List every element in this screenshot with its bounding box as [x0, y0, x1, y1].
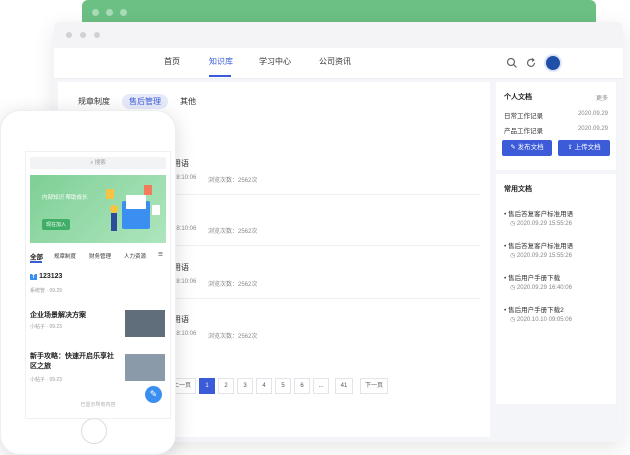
publish-doc-label: 发布文档	[517, 144, 544, 151]
phone-tab-hr[interactable]: 人力资源	[124, 252, 146, 260]
list-item-time: 18:10:06	[173, 279, 197, 285]
page-button-6[interactable]: 6	[294, 378, 310, 394]
menu-icon[interactable]: ☰	[158, 252, 163, 258]
list-item-time: 18:10:06	[173, 331, 197, 337]
more-link[interactable]: 更多	[596, 93, 608, 102]
phone-tab-rules[interactable]: 规章制度	[54, 252, 76, 260]
phone-list-item-title[interactable]: T 123123	[30, 273, 62, 280]
common-doc-time-value: 2020.09.29 15:55:26	[516, 253, 572, 259]
compose-fab-button[interactable]: ✎	[145, 386, 162, 403]
page-button-4[interactable]: 4	[256, 378, 272, 394]
doc-name[interactable]: 日常工作记录	[504, 110, 543, 120]
phone-list-thumbnail	[125, 354, 165, 381]
doc-date: 2020.09.29	[577, 111, 608, 117]
common-doc-time: ◷ 2020.09.29 16:40:06	[510, 285, 572, 291]
common-doc-time-value: 2020.10.10 09:05:06	[516, 317, 572, 323]
nav-item-news[interactable]: 公司资讯	[319, 56, 351, 67]
banner-button[interactable]: 现在加入	[42, 219, 71, 230]
category-rules[interactable]: 规章制度	[78, 96, 110, 107]
phone-list-item-meta: 系统管 · 09.29	[30, 288, 62, 294]
banner-text: 内部知识 帮助成长	[42, 195, 88, 201]
avatar[interactable]	[544, 54, 562, 72]
page-button-2[interactable]: 2	[218, 378, 234, 394]
top-nav: 首页 知识库 学习中心 公司资讯	[54, 48, 623, 79]
phone-list-item-title[interactable]: 新手攻略：快速开启乐享社区之旅	[30, 352, 118, 372]
list-item-views: 浏览次数：2562次	[208, 282, 258, 288]
phone-list-thumbnail	[125, 310, 165, 337]
upload-doc-button[interactable]: ⇪ 上传文档	[558, 140, 610, 156]
category-after-sales[interactable]: 售后管理	[122, 94, 168, 109]
phone-home-button[interactable]	[81, 418, 107, 444]
edit-icon: ✎	[510, 144, 518, 151]
doc-date: 2020.09.29	[577, 126, 608, 132]
search-icon[interactable]	[506, 57, 518, 69]
common-docs-title: 常用文档	[504, 186, 532, 193]
phone-mockup: ⌕ 搜索 内部知识 帮助成长 现在加入 全部 规章制度 财务管理 人力资源 ☰ …	[0, 110, 176, 455]
common-doc-name: 售后答复客户标准用语	[508, 211, 574, 218]
common-doc-item[interactable]: • 售后答复客户标准用语	[504, 208, 573, 218]
window-dot	[80, 32, 86, 38]
common-doc-time: ◷ 2020.10.10 09:05:06	[510, 317, 572, 323]
phone-list-item-title[interactable]: 企业场景解决方案	[30, 310, 120, 320]
list-item-time: 18:10:06	[173, 226, 197, 232]
common-doc-time-value: 2020.09.29 16:40:06	[516, 285, 572, 291]
common-doc-name: 售后用户手册下载2	[508, 307, 564, 314]
phone-search-input[interactable]: ⌕ 搜索	[30, 157, 166, 169]
phone-search-placeholder: 搜索	[94, 160, 106, 166]
list-item-views: 浏览次数：2562次	[208, 334, 258, 340]
page-button-3[interactable]: 3	[237, 378, 253, 394]
common-doc-item[interactable]: • 售后用户手册下载	[504, 272, 560, 282]
upload-icon: ⇪	[567, 144, 575, 151]
divider	[168, 194, 480, 195]
nav-item-learning[interactable]: 学习中心	[259, 56, 291, 67]
phone-list-item-meta: 小帖子 · 09.23	[30, 324, 62, 330]
common-doc-time: ◷ 2020.09.29 15:55:26	[510, 221, 572, 227]
common-doc-name: 售后用户手册下载	[508, 275, 561, 282]
phone-list-item-meta: 小帖子 · 09.23	[30, 377, 62, 383]
doc-type-badge: T	[30, 274, 38, 280]
common-doc-time: ◷ 2020.09.29 15:55:26	[510, 253, 572, 259]
divider	[168, 298, 480, 299]
window-dot	[106, 9, 113, 16]
common-docs-card: 常用文档 • 售后答复客户标准用语 ◷ 2020.09.29 15:55:26 …	[496, 174, 616, 404]
nav-item-home[interactable]: 首页	[164, 56, 180, 67]
window-dot	[94, 32, 100, 38]
page-button-5[interactable]: 5	[275, 378, 291, 394]
window-dot	[66, 32, 72, 38]
phone-tab-indicator	[30, 261, 42, 263]
phone-banner[interactable]: 内部知识 帮助成长 现在加入	[30, 175, 166, 243]
publish-doc-button[interactable]: ✎ 发布文档	[502, 140, 552, 156]
phone-tab-finance[interactable]: 财务管理	[89, 252, 111, 260]
list-item-views: 浏览次数：2562次	[208, 229, 258, 235]
phone-list-footer: 已显示所有内容	[80, 402, 116, 408]
phone-screen: ⌕ 搜索 内部知识 帮助成长 现在加入 全部 规章制度 财务管理 人力资源 ☰ …	[25, 151, 171, 419]
phone-tab-all[interactable]: 全部	[30, 251, 43, 261]
personal-docs-card: 个人文档 更多 日常工作记录 2020.09.29 产品工作记录 2020.09…	[496, 82, 616, 170]
refresh-icon[interactable]	[525, 57, 537, 69]
common-doc-time-value: 2020.09.29 15:55:26	[516, 221, 572, 227]
page-ellipsis: ...	[313, 378, 329, 394]
upload-doc-label: 上传文档	[574, 144, 601, 151]
phone-list-item-title-text: 123123	[39, 273, 63, 280]
common-doc-item[interactable]: • 售后用户手册下载2	[504, 304, 564, 314]
page-button-41[interactable]: 41	[335, 378, 353, 394]
list-item-views: 浏览次数：2562次	[208, 178, 258, 184]
window-dot	[120, 9, 127, 16]
list-item-time: 18:10:06	[173, 175, 197, 181]
common-doc-name: 售后答复客户标准用语	[508, 243, 574, 250]
divider	[168, 245, 480, 246]
nav-item-knowledge[interactable]: 知识库	[209, 56, 233, 67]
doc-name[interactable]: 产品工作记录	[504, 125, 543, 135]
next-page-button[interactable]: 下一页	[360, 378, 388, 394]
titlebar	[54, 22, 623, 48]
personal-docs-title: 个人文档	[504, 94, 532, 101]
category-other[interactable]: 其他	[180, 96, 196, 107]
nav-active-indicator	[209, 75, 231, 77]
common-doc-item[interactable]: • 售后答复客户标准用语	[504, 240, 573, 250]
page-button-1[interactable]: 1	[199, 378, 215, 394]
window-dot	[92, 9, 99, 16]
banner-illustration	[106, 185, 160, 231]
